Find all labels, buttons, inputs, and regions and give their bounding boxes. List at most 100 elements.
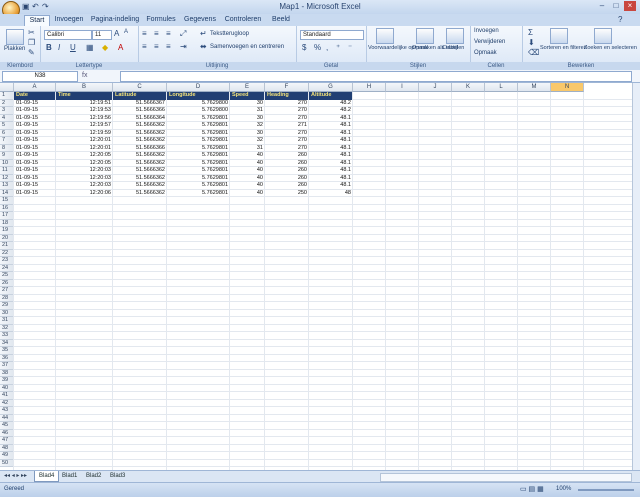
table-cell[interactable]: 01-09-15 [14, 130, 56, 138]
table-cell[interactable]: 48.1 [309, 160, 353, 168]
vertical-scrollbar[interactable] [632, 83, 640, 470]
row-header[interactable]: 42 [0, 399, 14, 407]
table-cell[interactable]: 270 [265, 107, 309, 115]
worksheet-grid[interactable]: ABCDEFGHIJKLMN 1 Date Time Latitude Longitud… [0, 83, 632, 470]
row-header[interactable]: 16 [0, 204, 14, 212]
column-header-l[interactable]: L [485, 83, 518, 92]
table-cell[interactable]: 5.7629801 [167, 145, 230, 153]
table-cell[interactable]: 51.5666366 [113, 145, 167, 153]
align-center-icon[interactable]: ≡ [154, 42, 159, 51]
table-cell[interactable]: 250 [265, 190, 309, 198]
row-header[interactable]: 12 [0, 174, 14, 182]
sort-filter-button[interactable]: Sorteren en filteren [540, 45, 587, 51]
table-cell[interactable]: 40 [230, 160, 265, 168]
paste-button[interactable]: Plakken [4, 46, 25, 52]
row-header[interactable]: 32 [0, 324, 14, 332]
table-cell[interactable]: 48.2 [309, 100, 353, 108]
row-header[interactable]: 33 [0, 332, 14, 340]
table-cell[interactable]: 5.7629800 [167, 100, 230, 108]
table-cell[interactable]: 01-09-15 [14, 137, 56, 145]
table-cell[interactable]: 5.7629801 [167, 175, 230, 183]
table-cell[interactable]: 260 [265, 167, 309, 175]
select-all-corner[interactable] [0, 83, 14, 92]
table-cell[interactable]: 48.1 [309, 130, 353, 138]
decrease-decimal-icon[interactable]: ⁻ [348, 43, 352, 52]
row-header[interactable]: 21 [0, 242, 14, 250]
row-header[interactable]: 10 [0, 159, 14, 167]
row-header[interactable]: 14 [0, 189, 14, 197]
table-cell[interactable]: 30 [230, 115, 265, 123]
borders-icon[interactable]: ▦ [86, 43, 94, 52]
table-cell[interactable]: 51.5666362 [113, 175, 167, 183]
sheet-nav-icon[interactable]: ◂◂ ◂ ▸ ▸▸ [4, 472, 27, 479]
minimize-icon[interactable]: – [596, 1, 608, 11]
zoom-level[interactable]: 100% [556, 486, 571, 492]
table-cell[interactable]: 12:19:56 [56, 115, 113, 123]
row-header[interactable]: 34 [0, 339, 14, 347]
table-cell[interactable]: 48.1 [309, 137, 353, 145]
table-cell[interactable]: 51.5666362 [113, 190, 167, 198]
tab-pagina-indeling[interactable]: Pagina-indeling [90, 15, 140, 25]
sheet-tab-blad1[interactable]: Blad1 [58, 471, 81, 481]
row-header[interactable]: 31 [0, 317, 14, 325]
grow-font-icon[interactable]: A [114, 29, 119, 38]
row-header[interactable]: 1 [0, 92, 14, 100]
row-header[interactable]: 17 [0, 212, 14, 220]
table-header-cell[interactable]: Latitude [113, 92, 167, 100]
table-cell[interactable]: 32 [230, 122, 265, 130]
sheet-tab-blad4[interactable]: Blad4 [34, 471, 60, 482]
column-header-g[interactable]: G [309, 83, 353, 92]
table-header-cell[interactable]: Time [56, 92, 113, 100]
row-header[interactable]: 44 [0, 414, 14, 422]
column-header-a[interactable]: A [14, 83, 56, 92]
row-header[interactable]: 41 [0, 392, 14, 400]
row-header[interactable]: 40 [0, 384, 14, 392]
align-left-icon[interactable]: ≡ [142, 42, 147, 51]
table-cell[interactable]: 01-09-15 [14, 167, 56, 175]
column-header-m[interactable]: M [518, 83, 551, 92]
table-cell[interactable]: 48.1 [309, 167, 353, 175]
row-header[interactable]: 29 [0, 302, 14, 310]
row-header[interactable]: 48 [0, 444, 14, 452]
table-cell[interactable]: 01-09-15 [14, 100, 56, 108]
table-cell[interactable]: 40 [230, 190, 265, 198]
table-cell[interactable]: 12:19:57 [56, 122, 113, 130]
table-cell[interactable]: 12:19:51 [56, 100, 113, 108]
clear-icon[interactable]: ⌫ [528, 48, 539, 57]
table-cell[interactable]: 270 [265, 100, 309, 108]
find-select-icon[interactable] [594, 28, 612, 44]
cell-styles-button[interactable]: Celstijlen [442, 45, 464, 51]
table-cell[interactable]: 270 [265, 145, 309, 153]
tab-start[interactable]: Start [24, 15, 50, 26]
table-cell[interactable]: 270 [265, 137, 309, 145]
format-cells-button[interactable]: Opmaak [474, 50, 497, 56]
insert-cells-button[interactable]: Invoegen [474, 28, 499, 34]
column-header-f[interactable]: F [265, 83, 309, 92]
row-header[interactable]: 26 [0, 279, 14, 287]
table-cell[interactable]: 12:19:53 [56, 107, 113, 115]
column-header-n[interactable]: N [551, 83, 584, 92]
horizontal-scrollbar[interactable] [380, 473, 632, 482]
table-header-cell[interactable]: Longitude [167, 92, 230, 100]
font-name-select[interactable]: Calibri [44, 30, 92, 40]
table-cell[interactable]: 30 [230, 100, 265, 108]
insert-function-button[interactable]: fx [82, 71, 114, 80]
table-cell[interactable]: 01-09-15 [14, 115, 56, 123]
increase-decimal-icon[interactable]: ⁺ [336, 43, 340, 52]
table-cell[interactable]: 51.5666366 [113, 107, 167, 115]
conditional-format-icon[interactable] [376, 28, 394, 44]
table-cell[interactable]: 5.7629801 [167, 190, 230, 198]
tab-invoegen[interactable]: Invoegen [52, 15, 86, 25]
table-header-cell[interactable]: Heading [265, 92, 309, 100]
table-cell[interactable]: 01-09-15 [14, 182, 56, 190]
table-cell[interactable]: 48.1 [309, 175, 353, 183]
table-cell[interactable]: 12:20:03 [56, 167, 113, 175]
table-cell[interactable]: 40 [230, 175, 265, 183]
help-icon[interactable]: ? [618, 15, 622, 24]
font-size-select[interactable]: 11 [92, 30, 112, 40]
row-header[interactable]: 11 [0, 167, 14, 175]
row-header[interactable]: 46 [0, 429, 14, 437]
delete-cells-button[interactable]: Verwijderen [474, 39, 505, 45]
row-header[interactable]: 23 [0, 257, 14, 265]
cut-icon[interactable]: ✂ [28, 28, 35, 37]
